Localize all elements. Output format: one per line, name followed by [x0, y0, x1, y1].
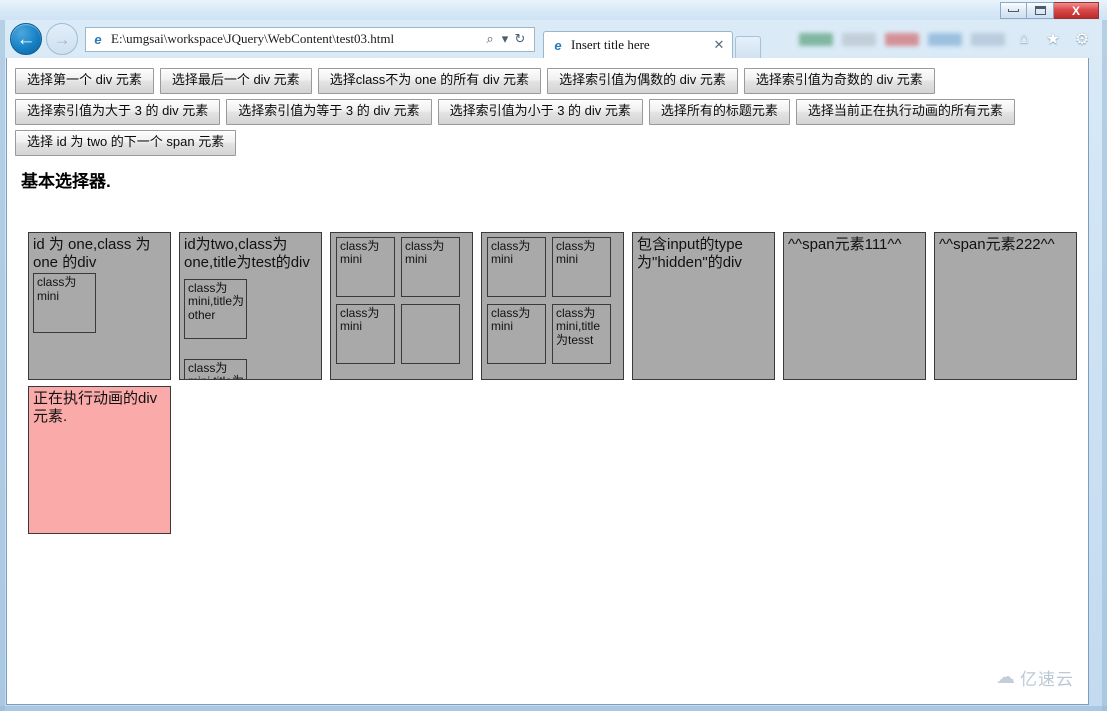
page-title: 基本选择器.: [21, 171, 111, 191]
div-boxes-container: id 为 one,class 为 one 的div class为mini id为…: [15, 231, 1080, 380]
mini-div[interactable]: class为mini: [487, 303, 546, 364]
animated-div-caption: 正在执行动画的div元素.: [33, 389, 158, 425]
select-not-class-one-button[interactable]: 选择class不为 one 的所有 div 元素: [317, 68, 542, 94]
toolbar-icons: ⌂ ★ ⚙: [799, 29, 1102, 49]
select-index-lt-3-button[interactable]: 选择索引值为小于 3 的 div 元素: [437, 98, 643, 125]
cloud-icon: ☁: [996, 667, 1015, 688]
favorites-item-1[interactable]: [799, 32, 833, 46]
tab-close-icon[interactable]: ✕: [712, 37, 726, 53]
select-even-index-button[interactable]: 选择索引值为偶数的 div 元素: [547, 68, 738, 94]
browser-window: X ← → e E:\umgsai\workspace\JQuery\WebCo…: [0, 0, 1107, 711]
div-span-111-caption: ^^span元素111^^: [788, 235, 902, 253]
minimize-icon: [1008, 9, 1019, 12]
forward-arrow-icon: →: [53, 29, 71, 49]
forward-button[interactable]: →: [46, 23, 78, 55]
div-hidden-input[interactable]: 包含input的type为"hidden"的div: [632, 231, 775, 380]
minimize-button[interactable]: [1000, 2, 1027, 19]
window-edge-bottom: [0, 706, 1107, 711]
button-row-1: 选择第一个 div 元素 选择最后一个 div 元素 选择class不为 one…: [15, 68, 1080, 94]
window-edge-right: [1102, 0, 1107, 711]
navigation-bar: ← → e E:\umgsai\workspace\JQuery\WebCont…: [5, 20, 1102, 58]
refresh-icon[interactable]: ↻: [510, 29, 530, 49]
favorites-item-2[interactable]: [842, 32, 876, 46]
mini-div[interactable]: class为mini: [336, 236, 395, 297]
favorites-star-icon[interactable]: ★: [1043, 29, 1063, 49]
mini-div[interactable]: class为mini: [487, 236, 546, 297]
gear-icon[interactable]: ⚙: [1072, 29, 1092, 49]
new-tab-button[interactable]: [735, 36, 761, 58]
div-two-minis: class为mini,title为other class为mini,title为…: [184, 278, 321, 379]
favorites-item-4[interactable]: [928, 32, 962, 46]
favorites-item-5[interactable]: [971, 32, 1005, 46]
ie-favicon-icon: e: [94, 31, 102, 47]
mini-div[interactable]: class为mini: [336, 303, 395, 364]
select-index-eq-3-button[interactable]: 选择索引值为等于 3 的 div 元素: [226, 98, 432, 125]
button-row-3: 选择 id 为 two 的下一个 span 元素: [15, 129, 1080, 156]
animated-div-row: 正在执行动画的div元素.: [15, 385, 1080, 534]
tab-strip: e Insert title here ✕: [543, 20, 761, 58]
select-next-span-of-two-button[interactable]: 选择 id 为 two 的下一个 span 元素: [15, 129, 237, 156]
mini-div[interactable]: class为mini: [552, 236, 611, 297]
back-arrow-icon: ←: [16, 28, 36, 50]
div-span-222-caption: ^^span元素222^^: [939, 235, 1055, 253]
button-row-2: 选择索引值为大于 3 的 div 元素 选择索引值为等于 3 的 div 元素 …: [15, 98, 1080, 125]
url-text: E:\umgsai\workspace\JQuery\WebContent\te…: [111, 31, 395, 46]
div-four[interactable]: class为mini class为mini class为mini class为m…: [481, 231, 624, 380]
watermark-text: 亿速云: [1020, 670, 1074, 689]
mini-div-empty[interactable]: [401, 303, 460, 364]
mini-div[interactable]: class为mini: [401, 236, 460, 297]
mini-div[interactable]: class为mini: [33, 273, 96, 334]
home-icon[interactable]: ⌂: [1014, 29, 1034, 49]
mini-div[interactable]: class为mini,title为tesst: [552, 303, 611, 364]
address-bar[interactable]: e E:\umgsai\workspace\JQuery\WebContent\…: [85, 26, 535, 52]
title-bar: X: [0, 0, 1107, 20]
page-body: 选择第一个 div 元素 选择最后一个 div 元素 选择class不为 one…: [7, 58, 1088, 534]
tab-favicon-icon: e: [554, 37, 562, 53]
div-hidden-input-caption: 包含input的type为"hidden"的div: [637, 235, 743, 271]
tab-title: Insert title here: [571, 37, 650, 52]
favorites-item-3[interactable]: [885, 32, 919, 46]
tab-insert-title-here[interactable]: e Insert title here ✕: [543, 31, 733, 58]
window-controls: X: [1000, 2, 1099, 19]
watermark: ☁ 亿速云: [996, 665, 1074, 690]
window-edge-left: [0, 0, 5, 711]
mini-div[interactable]: class为mini,title为test: [184, 358, 247, 379]
select-index-gt-3-button[interactable]: 选择索引值为大于 3 的 div 元素: [15, 98, 221, 125]
search-icon[interactable]: ⌕: [480, 29, 500, 49]
select-animating-button[interactable]: 选择当前正在执行动画的所有元素: [795, 98, 1015, 125]
selector-button-panel: 选择第一个 div 元素 选择最后一个 div 元素 选择class不为 one…: [15, 64, 1080, 156]
select-all-headings-button[interactable]: 选择所有的标题元素: [648, 98, 790, 125]
div-span-111[interactable]: ^^span元素111^^: [783, 231, 926, 380]
div-one-caption: id 为 one,class 为 one 的div: [33, 235, 151, 271]
select-first-div-button[interactable]: 选择第一个 div 元素: [15, 68, 154, 94]
maximize-restore-button[interactable]: [1027, 2, 1054, 19]
mini-div[interactable]: class为mini,title为other: [184, 278, 247, 339]
div-two[interactable]: id为two,class为one,title为test的div class为mi…: [179, 231, 322, 380]
div-span-222[interactable]: ^^span元素222^^: [934, 231, 1077, 380]
chevron-down-icon[interactable]: ▾: [500, 29, 510, 49]
select-last-div-button[interactable]: 选择最后一个 div 元素: [159, 68, 312, 94]
div-two-caption: id为two,class为one,title为test的div: [184, 235, 310, 271]
div-one[interactable]: id 为 one,class 为 one 的div class为mini: [28, 231, 171, 380]
select-odd-index-button[interactable]: 选择索引值为奇数的 div 元素: [743, 68, 935, 94]
animated-div[interactable]: 正在执行动画的div元素.: [28, 385, 171, 534]
close-window-button[interactable]: X: [1054, 2, 1099, 19]
back-button[interactable]: ←: [10, 23, 42, 55]
page-viewport: 选择第一个 div 元素 选择最后一个 div 元素 选择class不为 one…: [6, 58, 1089, 705]
div-three[interactable]: class为mini class为mini class为mini: [330, 231, 473, 380]
restore-icon: [1034, 6, 1046, 15]
close-icon: X: [1071, 3, 1080, 18]
